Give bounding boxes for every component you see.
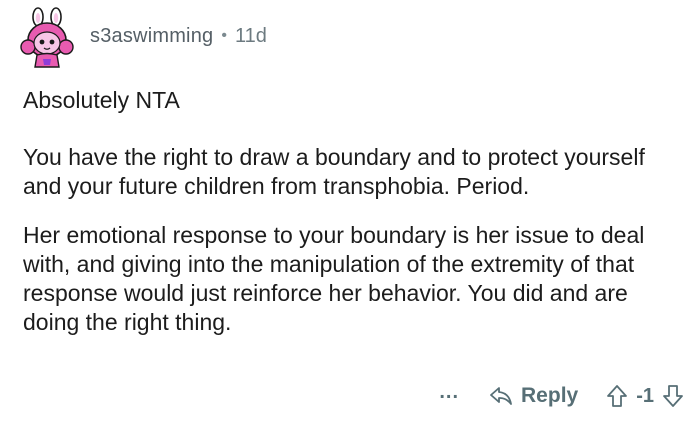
username-link[interactable]: s3aswimming [90, 25, 213, 48]
comment-header: s3aswimming • 11d [16, 6, 267, 70]
upvote-arrow-icon[interactable] [606, 384, 628, 408]
comment-paragraph: Her emotional response to your boundary … [23, 222, 645, 335]
vote-controls: -1 [606, 384, 684, 408]
meta-separator: • [221, 27, 227, 44]
comment-meta: s3aswimming • 11d [90, 25, 267, 48]
more-options-button[interactable]: ... [439, 381, 459, 404]
comment-age: 11d [234, 24, 267, 47]
downvote-arrow-icon[interactable] [662, 384, 684, 408]
vote-score: -1 [636, 384, 654, 407]
comment: s3aswimming • 11d Absolutely NTA You hav… [0, 0, 700, 422]
reply-arrow-icon [490, 387, 512, 405]
comment-body: Absolutely NTA You have the right to dra… [23, 86, 683, 357]
reply-label: Reply [521, 384, 579, 407]
comment-paragraph: Absolutely NTA [23, 87, 180, 113]
comment-actions: ... Reply -1 [439, 378, 684, 414]
snoo-avatar-icon [20, 7, 74, 68]
comment-paragraph: You have the right to draw a boundary an… [23, 144, 645, 199]
avatar[interactable] [16, 7, 78, 69]
reply-button[interactable]: Reply [489, 384, 578, 408]
